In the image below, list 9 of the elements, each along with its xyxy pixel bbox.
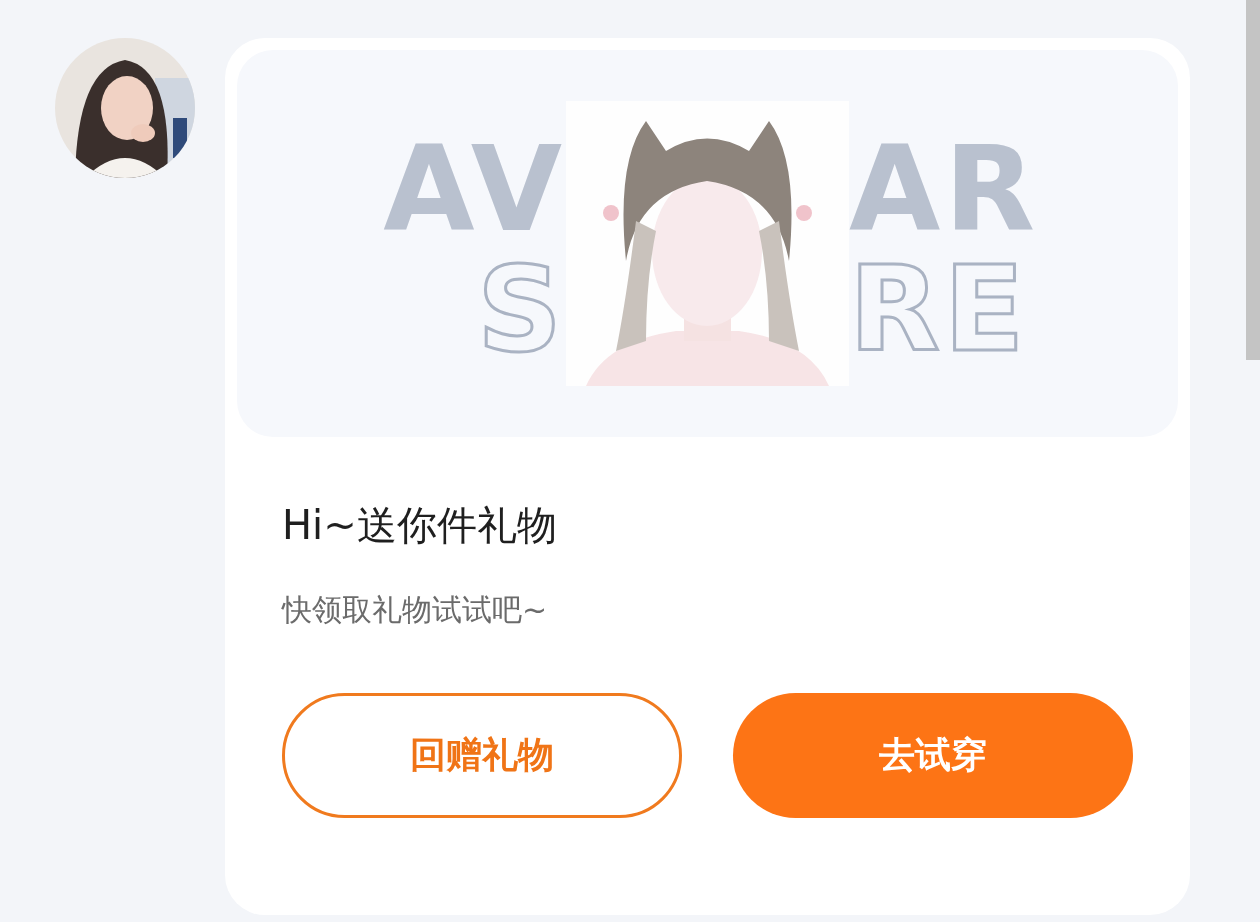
return-gift-button[interactable]: 回赠礼物 [282,693,682,818]
try-on-button[interactable]: 去试穿 [733,693,1133,818]
gift-subtitle: 快领取礼物试试吧~ [282,591,548,629]
backdrop-text: S [477,248,566,369]
scrollbar[interactable] [1246,0,1260,360]
backdrop-text: AV [383,128,566,249]
backdrop-text: AR [849,128,1040,249]
backdrop-text: RE [849,248,1029,369]
gift-title: Hi~送你件礼物 [282,501,557,550]
